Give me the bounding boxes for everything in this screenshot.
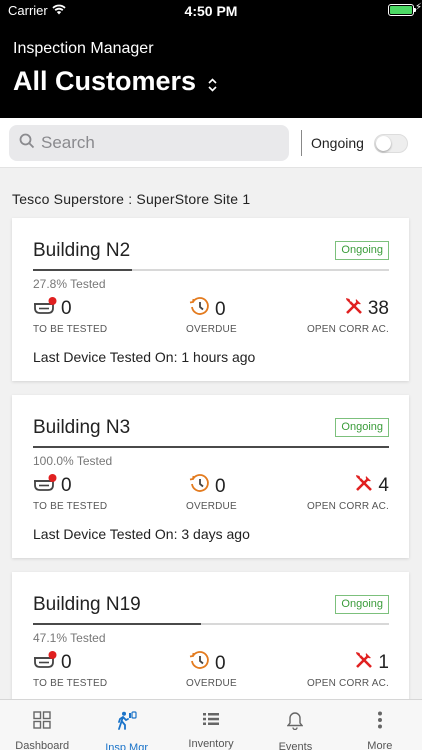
to-be-tested-count: 0	[61, 298, 72, 319]
site-label: Tesco Superstore : SuperStore Site 1	[12, 191, 251, 207]
tab-inventory[interactable]: Inventory	[169, 700, 253, 750]
tested-progress-bar	[33, 623, 389, 625]
device-alert-icon	[33, 296, 57, 322]
inspector-walking-icon	[116, 711, 138, 731]
battery-icon	[388, 4, 416, 16]
to-be-tested-stat: 0	[33, 650, 72, 676]
to-be-tested-label: TO BE TESTED	[33, 501, 108, 512]
app-header: Carrier 4:50 PM ⚡ Inspection Manager All…	[0, 0, 422, 118]
wrench-tools-icon	[344, 296, 364, 322]
tab-dashboard-label: Dashboard	[15, 740, 70, 750]
search-icon	[19, 133, 35, 154]
overdue-count: 0	[215, 299, 226, 320]
open-corrective-label: OPEN CORR AC.	[306, 501, 389, 512]
open-corrective-label: OPEN CORR AC.	[306, 324, 389, 335]
customer-title: All Customers	[13, 66, 197, 96]
ongoing-filter-label: Ongoing	[311, 135, 364, 151]
tab-insp-mgr-label: Insp Mgr	[105, 742, 148, 750]
search-box[interactable]	[9, 125, 289, 161]
overdue-label: OVERDUE	[186, 501, 237, 512]
sort-chevron-icon	[208, 77, 217, 92]
tested-percent: 27.8% Tested	[33, 277, 106, 291]
overdue-clock-icon	[189, 650, 211, 678]
tab-events[interactable]: Events	[253, 700, 337, 750]
wrench-tools-icon	[354, 473, 374, 499]
tab-insp-mgr[interactable]: Insp Mgr	[84, 700, 168, 750]
overdue-count: 0	[215, 653, 226, 674]
tested-percent: 100.0% Tested	[33, 454, 113, 468]
open-corrective-stat: 38	[344, 296, 389, 322]
open-corrective-stat: 4	[354, 473, 389, 499]
overdue-stat: 0	[189, 650, 226, 678]
tab-dashboard[interactable]: Dashboard	[0, 700, 84, 750]
overdue-count: 0	[215, 476, 226, 497]
tested-percent: 47.1% Tested	[33, 631, 106, 645]
to-be-tested-label: TO BE TESTED	[33, 324, 108, 335]
overdue-stat: 0	[189, 473, 226, 501]
status-badge: Ongoing	[335, 418, 389, 437]
tab-more[interactable]: More	[338, 700, 422, 750]
status-badge: Ongoing	[335, 241, 389, 260]
wrench-tools-icon	[354, 650, 374, 676]
tested-progress-bar	[33, 269, 389, 271]
overdue-clock-icon	[189, 296, 211, 324]
status-bar: Carrier 4:50 PM ⚡	[0, 0, 422, 22]
last-tested-text: Last Device Tested On: 3 days ago	[33, 526, 250, 542]
app-title: Inspection Manager	[13, 40, 154, 57]
to-be-tested-stat: 0	[33, 296, 72, 322]
overdue-label: OVERDUE	[186, 324, 237, 335]
status-badge: Ongoing	[335, 595, 389, 614]
search-bar-row: Ongoing	[0, 118, 422, 168]
clock: 4:50 PM	[184, 3, 238, 19]
overdue-clock-icon	[189, 473, 211, 501]
overdue-stat: 0	[189, 296, 226, 324]
bell-icon	[287, 711, 304, 730]
device-alert-icon	[33, 650, 57, 676]
last-tested-text: Last Device Tested On: 1 hours ago	[33, 349, 256, 365]
inventory-list-icon	[202, 711, 220, 727]
to-be-tested-label: TO BE TESTED	[33, 678, 108, 689]
tab-inventory-label: Inventory	[188, 738, 234, 750]
to-be-tested-count: 0	[61, 475, 72, 496]
overdue-label: OVERDUE	[186, 678, 237, 689]
building-name: Building N19	[33, 594, 141, 615]
building-name: Building N2	[33, 240, 131, 261]
to-be-tested-stat: 0	[33, 473, 72, 499]
tested-progress-bar	[33, 446, 389, 448]
open-corrective-stat: 1	[354, 650, 389, 676]
open-corrective-count: 38	[367, 298, 389, 319]
search-input[interactable]	[41, 133, 261, 153]
more-dots-icon	[377, 711, 383, 729]
open-corrective-label: OPEN CORR AC.	[306, 678, 389, 689]
tab-bar: Dashboard Insp Mgr Inventory Events More	[0, 699, 422, 750]
tab-events-label: Events	[278, 741, 313, 750]
dashboard-grid-icon	[33, 711, 51, 729]
building-name: Building N3	[33, 417, 131, 438]
tab-more-label: More	[367, 740, 393, 750]
to-be-tested-count: 0	[61, 652, 72, 673]
filter-divider	[301, 130, 302, 156]
charging-icon: ⚡	[414, 2, 422, 13]
building-card[interactable]: Building N3 Ongoing 100.0% Tested 0 TO B…	[12, 395, 409, 558]
device-alert-icon	[33, 473, 57, 499]
open-corrective-count: 4	[378, 475, 389, 496]
open-corrective-count: 1	[378, 652, 389, 673]
ongoing-toggle[interactable]	[374, 134, 408, 153]
customer-selector[interactable]: All Customers	[13, 66, 217, 97]
building-card[interactable]: Building N2 Ongoing 27.8% Tested 0 TO BE…	[12, 218, 409, 381]
